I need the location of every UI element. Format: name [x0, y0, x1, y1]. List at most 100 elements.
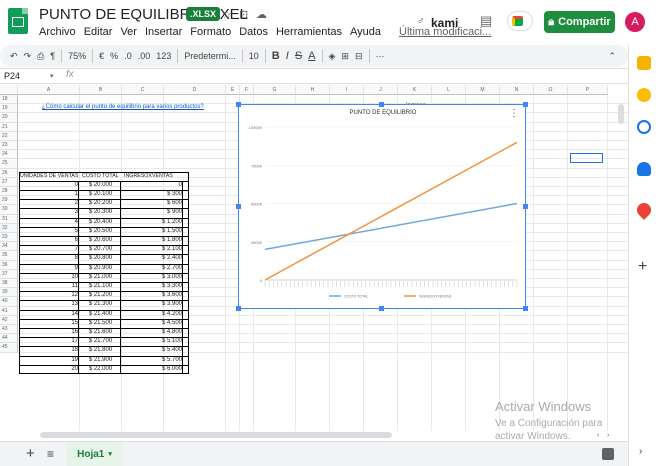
table-cell[interactable]: 16 — [19, 328, 79, 338]
vertical-scrollbar[interactable] — [618, 104, 624, 124]
column-header[interactable]: L — [432, 85, 466, 95]
table-cell[interactable]: 5 — [19, 226, 79, 236]
table-cell[interactable]: $ 21.900 — [81, 355, 121, 365]
chart-resize-handle[interactable] — [523, 204, 528, 209]
chart-resize-handle[interactable] — [379, 306, 384, 311]
column-header[interactable]: F — [240, 85, 254, 95]
increase-decimals-button[interactable]: .00 — [138, 51, 151, 61]
table-cell[interactable]: $ 21.400 — [81, 309, 121, 319]
row-header[interactable]: 34 — [0, 242, 18, 252]
redo-icon[interactable]: ↷ — [24, 51, 32, 62]
table-cell[interactable]: 11 — [19, 282, 79, 292]
table-cell[interactable]: $ 21.600 — [81, 328, 121, 338]
column-header[interactable]: I — [330, 85, 364, 95]
table-cell[interactable]: $ 3.300 — [123, 282, 183, 292]
column-header[interactable]: A — [18, 85, 80, 95]
selected-cell[interactable] — [570, 153, 603, 164]
move-folder-icon[interactable]: ⊡ — [239, 8, 248, 21]
table-cell[interactable]: $ 1.800 — [123, 236, 183, 246]
table-cell[interactable]: 12 — [19, 291, 79, 301]
borders-icon[interactable]: ⊞ — [341, 51, 349, 62]
row-header[interactable]: 35 — [0, 251, 18, 261]
table-cell[interactable]: $ 21.300 — [81, 300, 121, 310]
avatar[interactable]: A — [625, 12, 645, 32]
table-cell[interactable]: 8 — [19, 254, 79, 264]
column-header[interactable]: N — [500, 85, 534, 95]
text-color-button[interactable]: A — [308, 50, 315, 62]
more-options-button[interactable]: ··· — [376, 51, 385, 61]
table-cell[interactable]: 20 — [19, 364, 79, 374]
row-header[interactable]: 38 — [0, 279, 18, 289]
table-cell[interactable]: $ 5.700 — [123, 355, 183, 365]
table-cell[interactable]: 13 — [19, 300, 79, 310]
sheet-tab-hoja1[interactable]: Hoja1 ▾ — [67, 442, 122, 466]
meet-button[interactable] — [507, 11, 533, 31]
kami-button[interactable]: kami — [431, 16, 458, 30]
row-header[interactable]: 41 — [0, 306, 18, 316]
table-cell[interactable]: 0 — [123, 180, 183, 190]
add-addon-icon[interactable]: + — [638, 258, 647, 276]
font-size-select[interactable]: 10 — [249, 51, 259, 61]
maps-icon[interactable] — [634, 200, 654, 220]
table-cell[interactable]: 2 — [19, 199, 79, 209]
table-cell[interactable]: 0 — [19, 180, 79, 190]
table-cell[interactable]: $ 20.800 — [81, 254, 121, 264]
add-sheet-icon[interactable]: + — [26, 445, 35, 462]
table-cell[interactable]: $ 4.200 — [123, 309, 183, 319]
table-cell[interactable]: $ 22.000 — [81, 364, 121, 374]
row-header[interactable]: 29 — [0, 196, 18, 206]
keep-icon[interactable] — [637, 88, 651, 102]
row-header[interactable]: 36 — [0, 260, 18, 270]
table-cell[interactable]: $ 2.700 — [123, 263, 183, 273]
fill-color-icon[interactable]: ◈ — [329, 51, 336, 62]
menu-herramientas[interactable]: Herramientas — [276, 26, 342, 38]
column-header[interactable]: O — [534, 85, 568, 95]
row-header[interactable]: 39 — [0, 288, 18, 298]
merge-cells-icon[interactable]: ⊟ — [355, 51, 363, 62]
table-cell[interactable]: $ 21.100 — [81, 282, 121, 292]
column-header[interactable]: E — [226, 85, 240, 95]
row-header[interactable]: 19 — [0, 104, 18, 114]
table-cell[interactable]: $ 21.200 — [81, 291, 121, 301]
table-cell[interactable]: 15 — [19, 318, 79, 328]
row-header[interactable]: 33 — [0, 233, 18, 243]
row-header[interactable]: 27 — [0, 177, 18, 187]
scroll-right-icon[interactable]: › — [607, 432, 609, 439]
table-cell[interactable]: 3 — [19, 208, 79, 218]
show-side-panel-icon[interactable]: › — [639, 446, 642, 457]
strikethrough-button[interactable]: S — [295, 50, 302, 62]
chart-resize-handle[interactable] — [523, 102, 528, 107]
row-header[interactable]: 25 — [0, 159, 18, 169]
table-cell[interactable]: $ 20.500 — [81, 226, 121, 236]
table-cell[interactable]: 4 — [19, 217, 79, 227]
row-header[interactable]: 21 — [0, 122, 18, 132]
row-header[interactable]: 28 — [0, 187, 18, 197]
percent-format-button[interactable]: % — [110, 51, 118, 61]
row-header[interactable]: 18 — [0, 95, 18, 105]
table-cell[interactable]: 7 — [19, 245, 79, 255]
row-header[interactable]: 20 — [0, 113, 18, 123]
paint-format-icon[interactable]: ¶ — [50, 51, 55, 61]
table-cell[interactable]: $ 21.700 — [81, 337, 121, 347]
row-header[interactable]: 24 — [0, 150, 18, 160]
table-cell[interactable]: $ 20.700 — [81, 245, 121, 255]
chart-resize-handle[interactable] — [236, 306, 241, 311]
table-cell[interactable]: $ 300 — [123, 190, 183, 200]
table-cell[interactable]: 19 — [19, 355, 79, 365]
undo-icon[interactable]: ↶ — [10, 51, 18, 62]
menu-ayuda[interactable]: Ayuda — [350, 26, 381, 38]
table-cell[interactable]: 6 — [19, 236, 79, 246]
scroll-left-icon[interactable]: ‹ — [597, 432, 599, 439]
menu-insertar[interactable]: Insertar — [145, 26, 182, 38]
table-cell[interactable]: $ 21.500 — [81, 318, 121, 328]
row-header[interactable]: 40 — [0, 297, 18, 307]
table-cell[interactable]: $ 1.500 — [123, 226, 183, 236]
row-header[interactable]: 43 — [0, 325, 18, 335]
star-icon[interactable]: ☆ — [222, 8, 232, 21]
chart-resize-handle[interactable] — [523, 306, 528, 311]
chart-resize-handle[interactable] — [236, 204, 241, 209]
table-cell[interactable]: 17 — [19, 337, 79, 347]
menu-editar[interactable]: Editar — [84, 26, 113, 38]
menu-ver[interactable]: Ver — [120, 26, 137, 38]
table-cell[interactable]: $ 5.400 — [123, 346, 183, 356]
